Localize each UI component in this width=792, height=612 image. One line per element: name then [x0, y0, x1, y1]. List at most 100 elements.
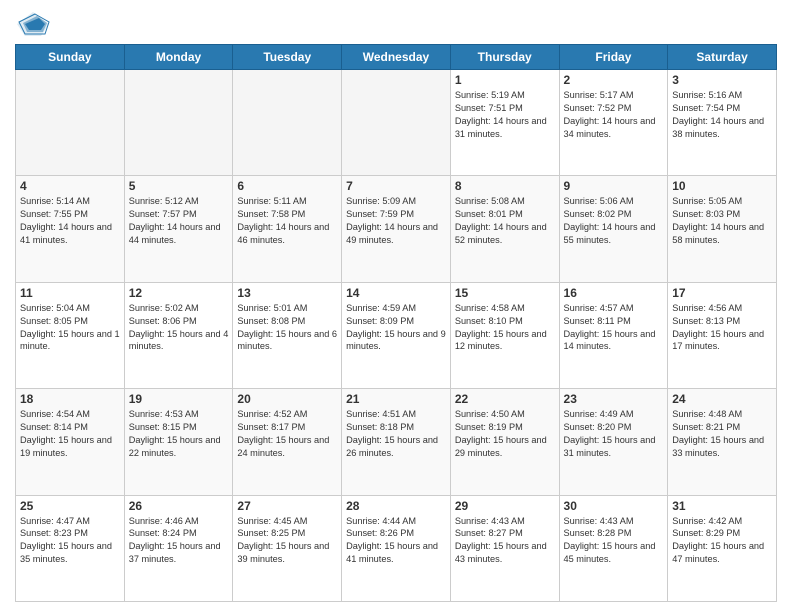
day-info: Sunrise: 5:17 AM Sunset: 7:52 PM Dayligh…: [564, 89, 664, 141]
day-info: Sunrise: 5:09 AM Sunset: 7:59 PM Dayligh…: [346, 195, 446, 247]
day-info: Sunrise: 4:50 AM Sunset: 8:19 PM Dayligh…: [455, 408, 555, 460]
calendar-cell: 4Sunrise: 5:14 AM Sunset: 7:55 PM Daylig…: [16, 176, 125, 282]
day-info: Sunrise: 4:53 AM Sunset: 8:15 PM Dayligh…: [129, 408, 229, 460]
day-number: 12: [129, 286, 229, 300]
calendar-week-4: 18 Sunrise: 4:54 AM Sunset: 8:14 PM Dayli…: [16, 389, 777, 495]
day-number: 19: [129, 392, 229, 406]
calendar-cell: [16, 70, 125, 176]
day-number: 10: [672, 179, 772, 193]
calendar-cell: 24 Sunrise: 4:48 AM Sunset: 8:21 PM Dayli…: [668, 389, 777, 495]
calendar-cell: 5 Sunrise: 5:12 AM Sunset: 7:57 PM Daylig…: [124, 176, 233, 282]
calendar-cell: 7 Sunrise: 5:09 AM Sunset: 7:59 PM Daylig…: [342, 176, 451, 282]
day-info: Sunrise: 4:52 AM Sunset: 8:17 PM Dayligh…: [237, 408, 337, 460]
header: [15, 10, 777, 38]
day-number: 31: [672, 499, 772, 513]
day-info: Sunrise: 4:44 AM Sunset: 8:26 PM Dayligh…: [346, 515, 446, 567]
day-number: 18: [20, 392, 120, 406]
calendar-header-monday: Monday: [124, 45, 233, 70]
calendar-table: SundayMondayTuesdayWednesdayThursdayFrid…: [15, 44, 777, 602]
calendar-cell: 20 Sunrise: 4:52 AM Sunset: 8:17 PM Dayli…: [233, 389, 342, 495]
day-number: 15: [455, 286, 555, 300]
calendar-cell: 11Sunrise: 5:04 AM Sunset: 8:05 PM Dayli…: [16, 282, 125, 388]
day-info: Sunrise: 5:11 AM Sunset: 7:58 PM Dayligh…: [237, 195, 337, 247]
day-info: Sunrise: 5:12 AM Sunset: 7:57 PM Dayligh…: [129, 195, 229, 247]
calendar-cell: 16 Sunrise: 4:57 AM Sunset: 8:11 PM Dayli…: [559, 282, 668, 388]
day-number: 9: [564, 179, 664, 193]
day-info: Sunrise: 5:01 AM Sunset: 8:08 PM Dayligh…: [237, 302, 337, 354]
calendar-cell: 3Sunrise: 5:16 AM Sunset: 7:54 PM Daylig…: [668, 70, 777, 176]
calendar-header-tuesday: Tuesday: [233, 45, 342, 70]
calendar-cell: 13 Sunrise: 5:01 AM Sunset: 8:08 PM Dayli…: [233, 282, 342, 388]
day-number: 13: [237, 286, 337, 300]
day-info: Sunrise: 5:08 AM Sunset: 8:01 PM Dayligh…: [455, 195, 555, 247]
day-number: 30: [564, 499, 664, 513]
day-number: 25: [20, 499, 120, 513]
day-info: Sunrise: 4:49 AM Sunset: 8:20 PM Dayligh…: [564, 408, 664, 460]
logo: [15, 10, 55, 38]
calendar-header-thursday: Thursday: [450, 45, 559, 70]
day-number: 8: [455, 179, 555, 193]
calendar-header-friday: Friday: [559, 45, 668, 70]
day-info: Sunrise: 4:51 AM Sunset: 8:18 PM Dayligh…: [346, 408, 446, 460]
day-number: 16: [564, 286, 664, 300]
day-info: Sunrise: 4:46 AM Sunset: 8:24 PM Dayligh…: [129, 515, 229, 567]
calendar-cell: 15Sunrise: 4:58 AM Sunset: 8:10 PM Dayli…: [450, 282, 559, 388]
calendar-cell: 18 Sunrise: 4:54 AM Sunset: 8:14 PM Dayli…: [16, 389, 125, 495]
day-number: 11: [20, 286, 120, 300]
calendar-week-1: 1 Sunrise: 5:19 AM Sunset: 7:51 PM Daylig…: [16, 70, 777, 176]
day-number: 4: [20, 179, 120, 193]
day-info: Sunrise: 4:57 AM Sunset: 8:11 PM Dayligh…: [564, 302, 664, 354]
day-number: 5: [129, 179, 229, 193]
day-info: Sunrise: 5:16 AM Sunset: 7:54 PM Dayligh…: [672, 89, 772, 141]
day-number: 20: [237, 392, 337, 406]
calendar-cell: 28 Sunrise: 4:44 AM Sunset: 8:26 PM Dayli…: [342, 495, 451, 601]
calendar-cell: 19 Sunrise: 4:53 AM Sunset: 8:15 PM Dayli…: [124, 389, 233, 495]
day-info: Sunrise: 5:06 AM Sunset: 8:02 PM Dayligh…: [564, 195, 664, 247]
calendar-cell: 21 Sunrise: 4:51 AM Sunset: 8:18 PM Dayli…: [342, 389, 451, 495]
calendar-cell: 31 Sunrise: 4:42 AM Sunset: 8:29 PM Dayli…: [668, 495, 777, 601]
day-number: 28: [346, 499, 446, 513]
day-number: 27: [237, 499, 337, 513]
calendar-cell: 6 Sunrise: 5:11 AM Sunset: 7:58 PM Daylig…: [233, 176, 342, 282]
day-number: 6: [237, 179, 337, 193]
calendar-cell: 17Sunrise: 4:56 AM Sunset: 8:13 PM Dayli…: [668, 282, 777, 388]
day-number: 1: [455, 73, 555, 87]
day-number: 29: [455, 499, 555, 513]
day-number: 14: [346, 286, 446, 300]
day-info: Sunrise: 4:54 AM Sunset: 8:14 PM Dayligh…: [20, 408, 120, 460]
calendar-header-wednesday: Wednesday: [342, 45, 451, 70]
day-number: 21: [346, 392, 446, 406]
day-info: Sunrise: 4:45 AM Sunset: 8:25 PM Dayligh…: [237, 515, 337, 567]
day-number: 24: [672, 392, 772, 406]
logo-icon: [15, 10, 51, 38]
calendar-header-row: SundayMondayTuesdayWednesdayThursdayFrid…: [16, 45, 777, 70]
day-info: Sunrise: 5:05 AM Sunset: 8:03 PM Dayligh…: [672, 195, 772, 247]
day-number: 22: [455, 392, 555, 406]
calendar-week-3: 11Sunrise: 5:04 AM Sunset: 8:05 PM Dayli…: [16, 282, 777, 388]
calendar-cell: 2 Sunrise: 5:17 AM Sunset: 7:52 PM Daylig…: [559, 70, 668, 176]
calendar-cell: 9 Sunrise: 5:06 AM Sunset: 8:02 PM Daylig…: [559, 176, 668, 282]
calendar-cell: 27 Sunrise: 4:45 AM Sunset: 8:25 PM Dayli…: [233, 495, 342, 601]
calendar-cell: 10 Sunrise: 5:05 AM Sunset: 8:03 PM Dayli…: [668, 176, 777, 282]
day-number: 17: [672, 286, 772, 300]
day-number: 26: [129, 499, 229, 513]
calendar-week-2: 4Sunrise: 5:14 AM Sunset: 7:55 PM Daylig…: [16, 176, 777, 282]
day-number: 2: [564, 73, 664, 87]
day-info: Sunrise: 4:47 AM Sunset: 8:23 PM Dayligh…: [20, 515, 120, 567]
calendar-cell: [342, 70, 451, 176]
calendar-cell: 25 Sunrise: 4:47 AM Sunset: 8:23 PM Dayli…: [16, 495, 125, 601]
day-info: Sunrise: 4:48 AM Sunset: 8:21 PM Dayligh…: [672, 408, 772, 460]
day-number: 7: [346, 179, 446, 193]
calendar-cell: 23Sunrise: 4:49 AM Sunset: 8:20 PM Dayli…: [559, 389, 668, 495]
day-info: Sunrise: 4:43 AM Sunset: 8:27 PM Dayligh…: [455, 515, 555, 567]
calendar-cell: 26 Sunrise: 4:46 AM Sunset: 8:24 PM Dayli…: [124, 495, 233, 601]
calendar-cell: 22 Sunrise: 4:50 AM Sunset: 8:19 PM Dayli…: [450, 389, 559, 495]
day-info: Sunrise: 4:42 AM Sunset: 8:29 PM Dayligh…: [672, 515, 772, 567]
calendar-cell: [233, 70, 342, 176]
calendar-cell: 8 Sunrise: 5:08 AM Sunset: 8:01 PM Daylig…: [450, 176, 559, 282]
calendar-header-saturday: Saturday: [668, 45, 777, 70]
calendar-cell: [124, 70, 233, 176]
calendar-cell: 14Sunrise: 4:59 AM Sunset: 8:09 PM Dayli…: [342, 282, 451, 388]
day-info: Sunrise: 5:19 AM Sunset: 7:51 PM Dayligh…: [455, 89, 555, 141]
page: SundayMondayTuesdayWednesdayThursdayFrid…: [0, 0, 792, 612]
